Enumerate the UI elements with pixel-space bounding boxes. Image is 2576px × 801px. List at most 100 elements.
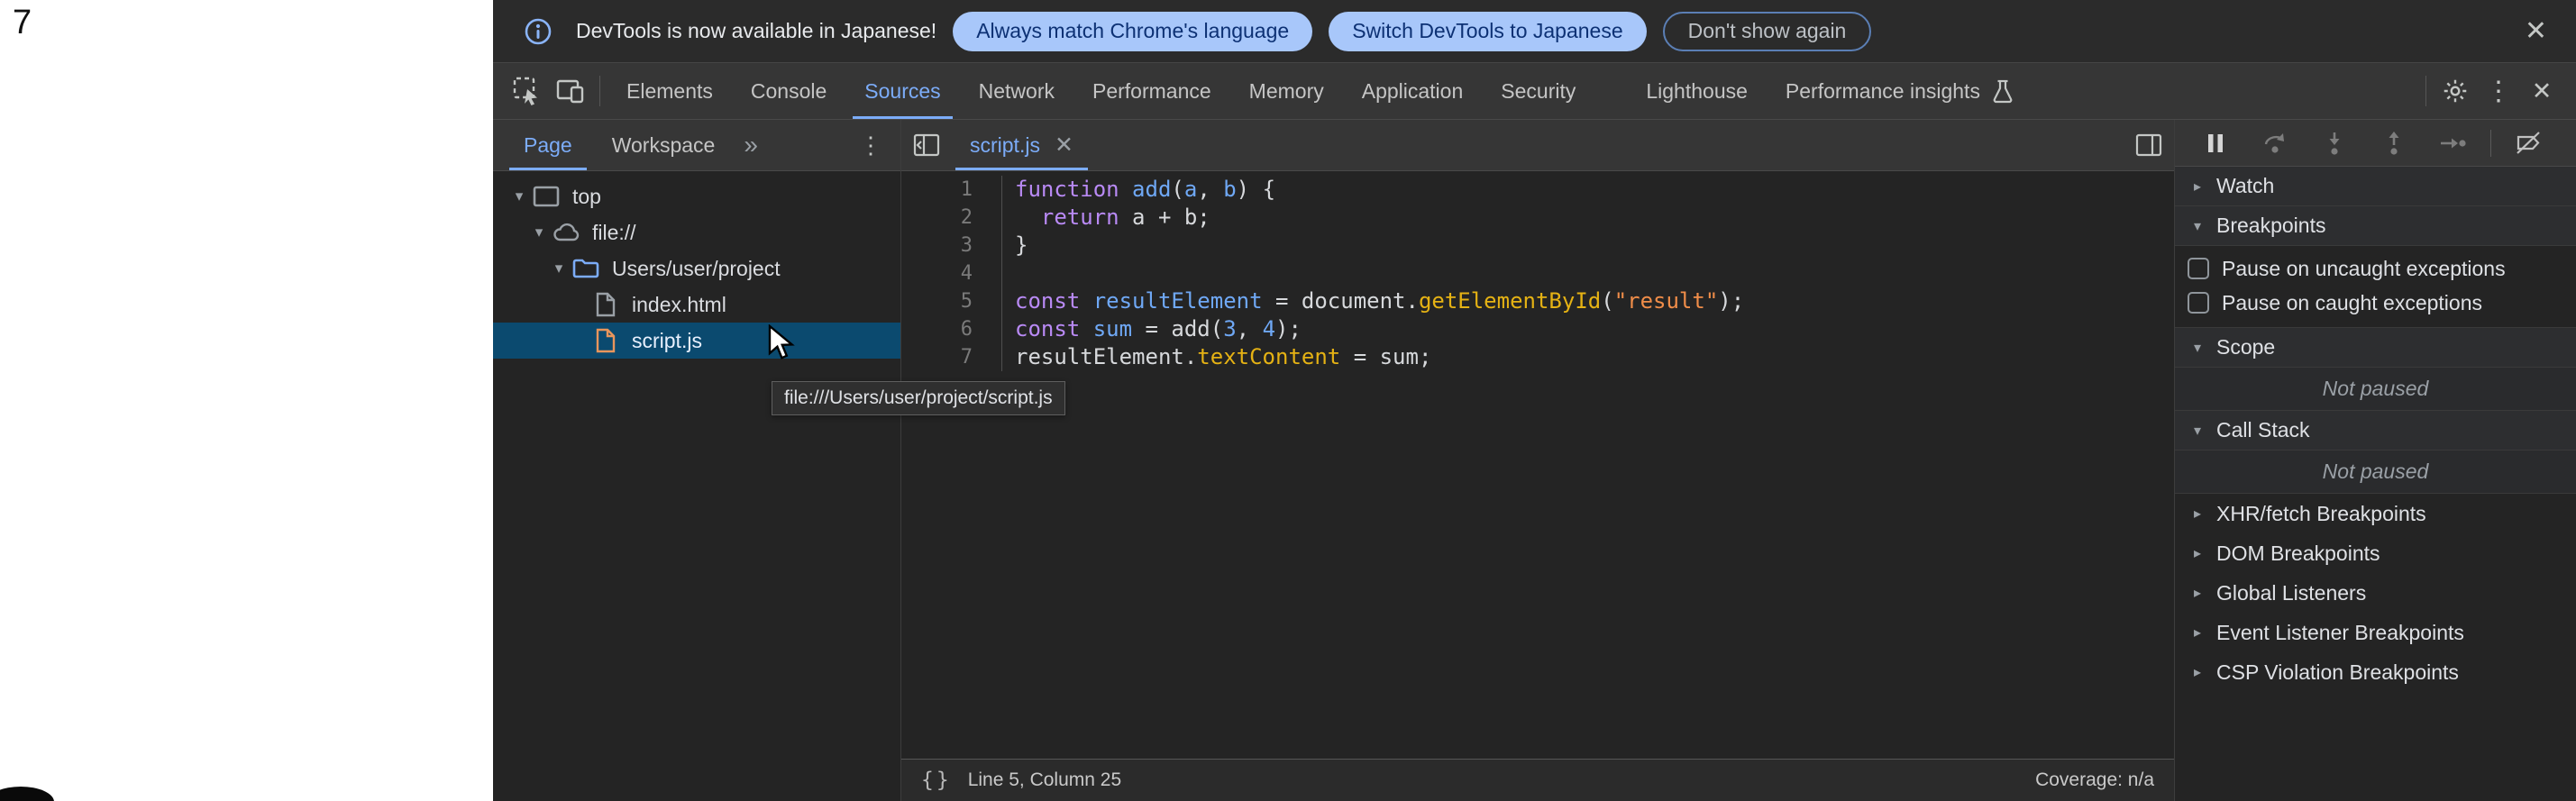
section-label: Event Listener Breakpoints (2216, 621, 2464, 645)
line-number[interactable]: 3 (901, 232, 973, 259)
line-number-gutter[interactable]: 1234567 (901, 176, 1002, 371)
section-watch[interactable]: ▸Watch (2175, 167, 2576, 206)
toolbar-divider (599, 76, 600, 106)
expander-icon[interactable]: ▾ (507, 187, 531, 205)
disclosure-triangle-icon: ▾ (2188, 217, 2207, 235)
panel-tab-security[interactable]: Security (1482, 63, 1594, 119)
devtools-close-icon[interactable]: ✕ (2525, 74, 2559, 108)
section-label: XHR/fetch Breakpoints (2216, 502, 2426, 526)
code-editor[interactable]: 1234567 function add(a, b) { return a + … (901, 171, 2174, 759)
section-label: DOM Breakpoints (2216, 542, 2380, 566)
editor-tabstrip: script.js ✕ (901, 120, 2174, 171)
checkbox-box[interactable] (2188, 258, 2209, 279)
pause-script-icon[interactable] (2200, 128, 2231, 159)
step-out-icon[interactable] (2379, 128, 2409, 159)
section-dom-breakpoints[interactable]: ▸ DOM Breakpoints (2175, 533, 2576, 573)
switch-to-japanese-button[interactable]: Switch DevTools to Japanese (1329, 12, 1646, 51)
section-csp-violation-breakpoints[interactable]: ▸CSP Violation Breakpoints (2175, 652, 2576, 692)
dock-bump (0, 787, 54, 801)
cursor-position-label: Line 5, Column 25 (968, 769, 1121, 791)
checkbox-pause-on-uncaught-exceptions[interactable]: Pause on uncaught exceptions (2175, 251, 2576, 286)
line-number[interactable]: 1 (901, 176, 973, 204)
section-breakpoints[interactable]: ▾Breakpoints (2175, 206, 2576, 246)
step-icon[interactable] (2438, 128, 2469, 159)
folder-icon (571, 253, 601, 284)
disclosure-triangle-icon: ▸ (2188, 584, 2207, 602)
disclosure-triangle-icon: ▸ (2188, 624, 2207, 642)
navigator-menu-icon[interactable]: ⋮ (841, 120, 900, 170)
settings-gear-icon[interactable] (2438, 74, 2472, 108)
editor-tab-label: script.js (970, 133, 1040, 158)
line-number[interactable]: 5 (901, 287, 973, 315)
section-scope[interactable]: ▾Scope (2175, 328, 2576, 368)
dont-show-again-button[interactable]: Don't show again (1663, 12, 1872, 51)
hide-navigator-icon[interactable] (901, 120, 952, 170)
panel-tab-console[interactable]: Console (732, 63, 845, 119)
file-js-icon (590, 325, 621, 356)
tree-item-top[interactable]: ▾top (493, 178, 900, 214)
panel-tab-memory[interactable]: Memory (1230, 63, 1343, 119)
navigator-tab-page[interactable]: Page (504, 120, 592, 170)
show-debugger-sidebar-icon[interactable] (2124, 120, 2174, 170)
panel-tab-elements[interactable]: Elements (607, 63, 732, 119)
toolbar-right: ⋮ ✕ (2418, 74, 2576, 108)
checkbox-pause-on-caught-exceptions[interactable]: Pause on caught exceptions (2175, 286, 2576, 320)
debugger-toolbar-divider (2490, 130, 2491, 157)
code-line: resultElement.textContent = sum; (1015, 343, 1744, 371)
tree-item-file[interactable]: ▾file:// (493, 214, 900, 250)
code-lines: function add(a, b) { return a + b;}const… (1002, 176, 1744, 371)
line-number[interactable]: 6 (901, 315, 973, 343)
line-number[interactable]: 2 (901, 204, 973, 232)
more-tabs-icon[interactable]: » (735, 120, 767, 170)
panel-tab-label: Elements (626, 79, 713, 104)
device-toolbar-icon[interactable] (553, 74, 588, 108)
disclosure-triangle-icon: ▸ (2188, 663, 2207, 681)
code-line: const resultElement = document.getElemen… (1015, 287, 1744, 315)
navigator-pane: Page Workspace » ⋮ ▾top▾file://▾Users/us… (493, 120, 901, 801)
line-number[interactable]: 4 (901, 259, 973, 287)
frame-icon (531, 181, 562, 212)
deactivate-breakpoints-icon[interactable] (2513, 128, 2544, 159)
tree-item-index-html[interactable]: index.html (493, 287, 900, 323)
code-line (1015, 259, 1744, 287)
checkbox-box[interactable] (2188, 292, 2209, 314)
section-event-listener-breakpoints[interactable]: ▸ Event Listener Breakpoints (2175, 613, 2576, 652)
pretty-print-icon[interactable]: {} (921, 769, 952, 792)
panel-tab-application[interactable]: Application (1343, 63, 1483, 119)
section-label: Watch (2216, 174, 2274, 198)
inspect-element-icon[interactable] (510, 74, 544, 108)
editor-tab-scriptjs[interactable]: script.js ✕ (952, 120, 1092, 170)
panel-tab-performance-insights[interactable]: Performance insights (1767, 63, 2033, 119)
flask-experiment-icon (1991, 78, 2014, 104)
panel-tab-network[interactable]: Network (960, 63, 1073, 119)
language-infobar: DevTools is now available in Japanese! A… (493, 0, 2576, 63)
panel-tab-sources[interactable]: Sources (845, 63, 959, 119)
line-number[interactable]: 7 (901, 343, 973, 371)
tree-item-label: index.html (632, 293, 726, 317)
tree-item-script-js[interactable]: script.js (493, 323, 900, 359)
not-paused-message: Not paused (2175, 368, 2576, 411)
section-xhr-fetch-breakpoints[interactable]: ▸XHR/fetch Breakpoints (2175, 494, 2576, 533)
navigator-tab-workspace[interactable]: Workspace (592, 120, 735, 170)
code-line: function add(a, b) { (1015, 176, 1744, 204)
disclosure-triangle-icon: ▸ (2188, 544, 2207, 562)
section-call-stack[interactable]: ▾Call Stack (2175, 411, 2576, 451)
code-line: return a + b; (1015, 204, 1744, 232)
tab-close-icon[interactable]: ✕ (1055, 134, 1073, 157)
step-into-icon[interactable] (2319, 128, 2350, 159)
expander-icon[interactable]: ▾ (547, 259, 571, 278)
panel-tab-performance[interactable]: Performance (1073, 63, 1230, 119)
file-icon (590, 289, 621, 320)
infobar-close-icon[interactable]: ✕ (2519, 18, 2553, 45)
editor-pane: script.js ✕ 1234567 function add(a, b) {… (901, 120, 2174, 801)
step-over-icon[interactable] (2260, 128, 2290, 159)
tree-item-users-user-project[interactable]: ▾Users/user/project (493, 250, 900, 287)
screen: 7 DevTools is now available in Japanese!… (0, 0, 2576, 801)
expander-icon[interactable]: ▾ (527, 223, 551, 241)
section-global-listeners[interactable]: ▸Global Listeners (2175, 573, 2576, 613)
panel-tab-lighthouse[interactable]: Lighthouse (1627, 63, 1767, 119)
not-paused-message: Not paused (2175, 451, 2576, 494)
always-match-language-button[interactable]: Always match Chrome's language (953, 12, 1312, 51)
panel-tab-label: Console (751, 79, 827, 104)
more-options-icon[interactable]: ⋮ (2481, 74, 2516, 108)
